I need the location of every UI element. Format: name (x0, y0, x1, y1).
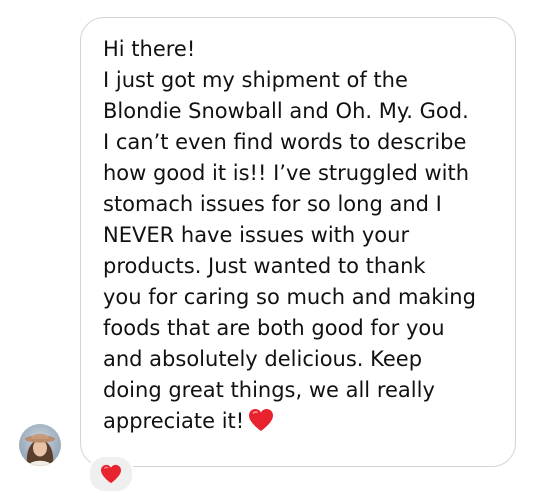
message-line: foods that are both good for you (103, 316, 445, 340)
message-bubble[interactable]: Hi there! I just got my shipment of the … (80, 17, 516, 467)
message-line: I just got my shipment of the (103, 68, 408, 92)
message-line: Blondie Snowball and Oh. My. God. (103, 99, 469, 123)
message-line: NEVER have issues with your (103, 223, 410, 247)
avatar-image (19, 424, 61, 466)
message-last-line: appreciate it! (103, 406, 503, 437)
message-line: you for caring so much and making (103, 285, 476, 309)
sender-avatar[interactable] (19, 424, 61, 466)
message-line: doing great things, we all really (103, 378, 435, 402)
message-line: and absolutely delicious. Keep (103, 347, 423, 371)
message-line-text: appreciate it! (103, 409, 245, 433)
red-heart-icon (248, 408, 274, 432)
red-heart-icon (101, 464, 121, 484)
message-line: products. Just wanted to thank (103, 254, 426, 278)
message-line: I can’t even find words to describe (103, 130, 467, 154)
message-line: stomach issues for so long and I (103, 192, 442, 216)
heart-reaction[interactable] (88, 455, 134, 493)
message-line: how good it is!! I’ve struggled with (103, 161, 470, 185)
message-line: Hi there! (103, 37, 196, 61)
